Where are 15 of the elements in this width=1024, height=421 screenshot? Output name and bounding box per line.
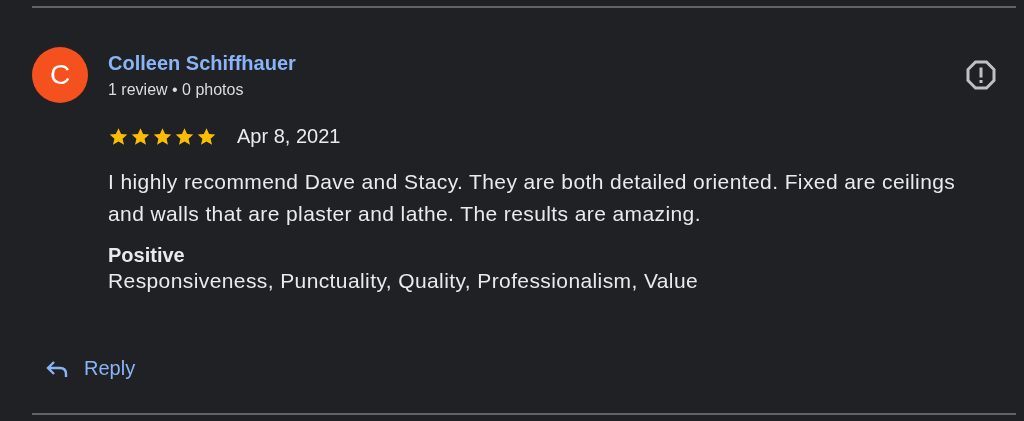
attributes-list: Responsiveness, Punctuality, Quality, Professionalism, Value [108,269,699,293]
review-text: I highly recommend Dave and Stacy. They are both detailed oriented. Fixed are ceilings and walls that are plaster and lathe. The results are amazing. [108,169,957,227]
review-date: Apr 8, 2021 [237,125,341,148]
star-icon [108,126,129,147]
star-icon [174,126,195,147]
attributes-heading: Positive [108,244,185,267]
review-count: 1 review • 0 photos [108,80,244,99]
reply-button[interactable]: Reply [32,351,136,386]
star-icon [130,126,151,147]
reviewer-name[interactable]: Colleen Schiffhauer [108,51,296,75]
star-icon [196,126,217,147]
reply-icon [46,358,70,379]
report-icon[interactable] [966,60,996,90]
star-icon [152,126,173,147]
avatar: C [32,47,88,103]
